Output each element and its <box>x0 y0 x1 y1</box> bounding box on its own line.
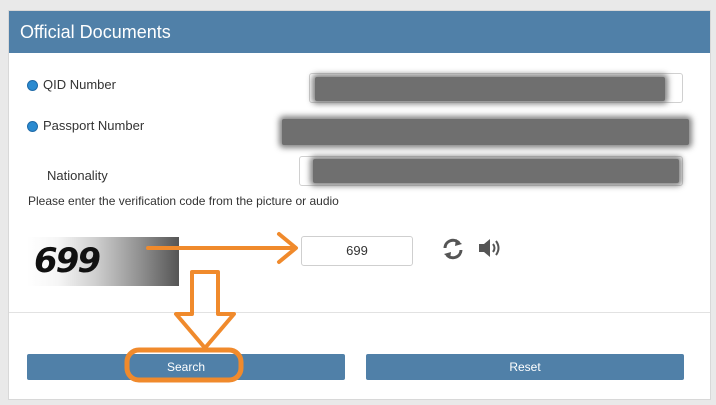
passport-field-redaction[interactable] <box>282 119 689 145</box>
refresh-icon[interactable] <box>440 236 466 262</box>
nationality-label: Nationality <box>47 168 108 183</box>
speaker-icon[interactable] <box>477 235 503 261</box>
qid-radio[interactable] <box>27 80 38 91</box>
official-documents-panel: Official Documents QID Number Passport N… <box>8 10 711 400</box>
search-button[interactable]: Search <box>27 354 345 380</box>
captcha-code-text: 699 <box>34 241 101 281</box>
captcha-image: 699 <box>27 237 179 286</box>
passport-radio[interactable] <box>27 121 38 132</box>
verification-hint: Please enter the verification code from … <box>28 194 339 208</box>
panel-title: Official Documents <box>9 11 710 53</box>
nationality-redaction <box>313 159 679 183</box>
qid-redaction <box>315 77 665 101</box>
passport-label: Passport Number <box>43 118 145 133</box>
qid-label: QID Number <box>43 77 116 92</box>
form-divider <box>9 312 710 313</box>
reset-button[interactable]: Reset <box>366 354 684 380</box>
verification-code-input[interactable]: 699 <box>301 236 413 266</box>
